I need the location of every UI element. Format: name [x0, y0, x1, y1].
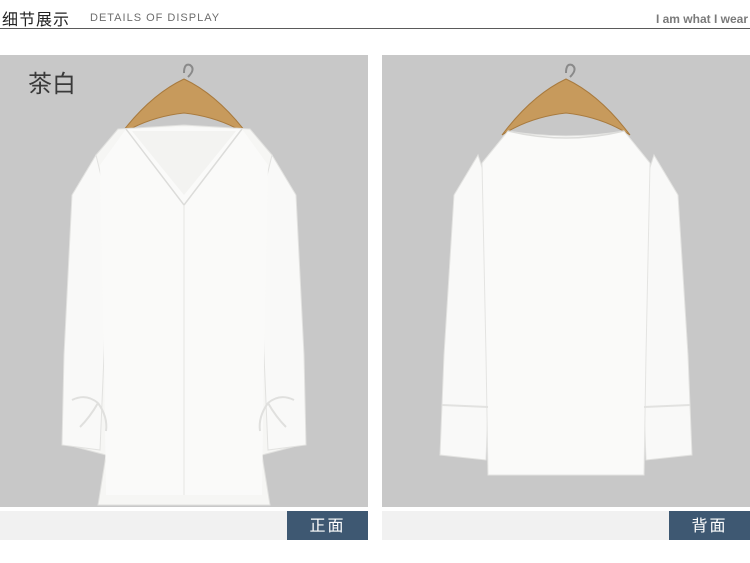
brand-slogan: I am what I wear: [655, 12, 748, 26]
front-caption-bar: 正面: [0, 511, 368, 540]
front-view-panel: 茶白: [0, 55, 368, 507]
section-header: 细节展示 DETAILS OF DISPLAY I am what I wear: [0, 0, 750, 30]
color-name-label: 茶白: [28, 70, 76, 98]
header-divider: [0, 28, 750, 29]
back-caption-bar: 背面: [382, 511, 750, 540]
front-blouse-image: [61, 63, 307, 506]
hanger-icon: [501, 63, 631, 136]
back-view-panel: [382, 55, 750, 507]
back-caption: 背面: [669, 511, 750, 540]
hanger-icon: [119, 63, 249, 136]
front-caption: 正面: [287, 511, 368, 540]
section-title: 细节展示: [2, 10, 71, 29]
back-blouse-image: [439, 63, 693, 476]
section-subtitle: DETAILS OF DISPLAY: [90, 12, 221, 24]
